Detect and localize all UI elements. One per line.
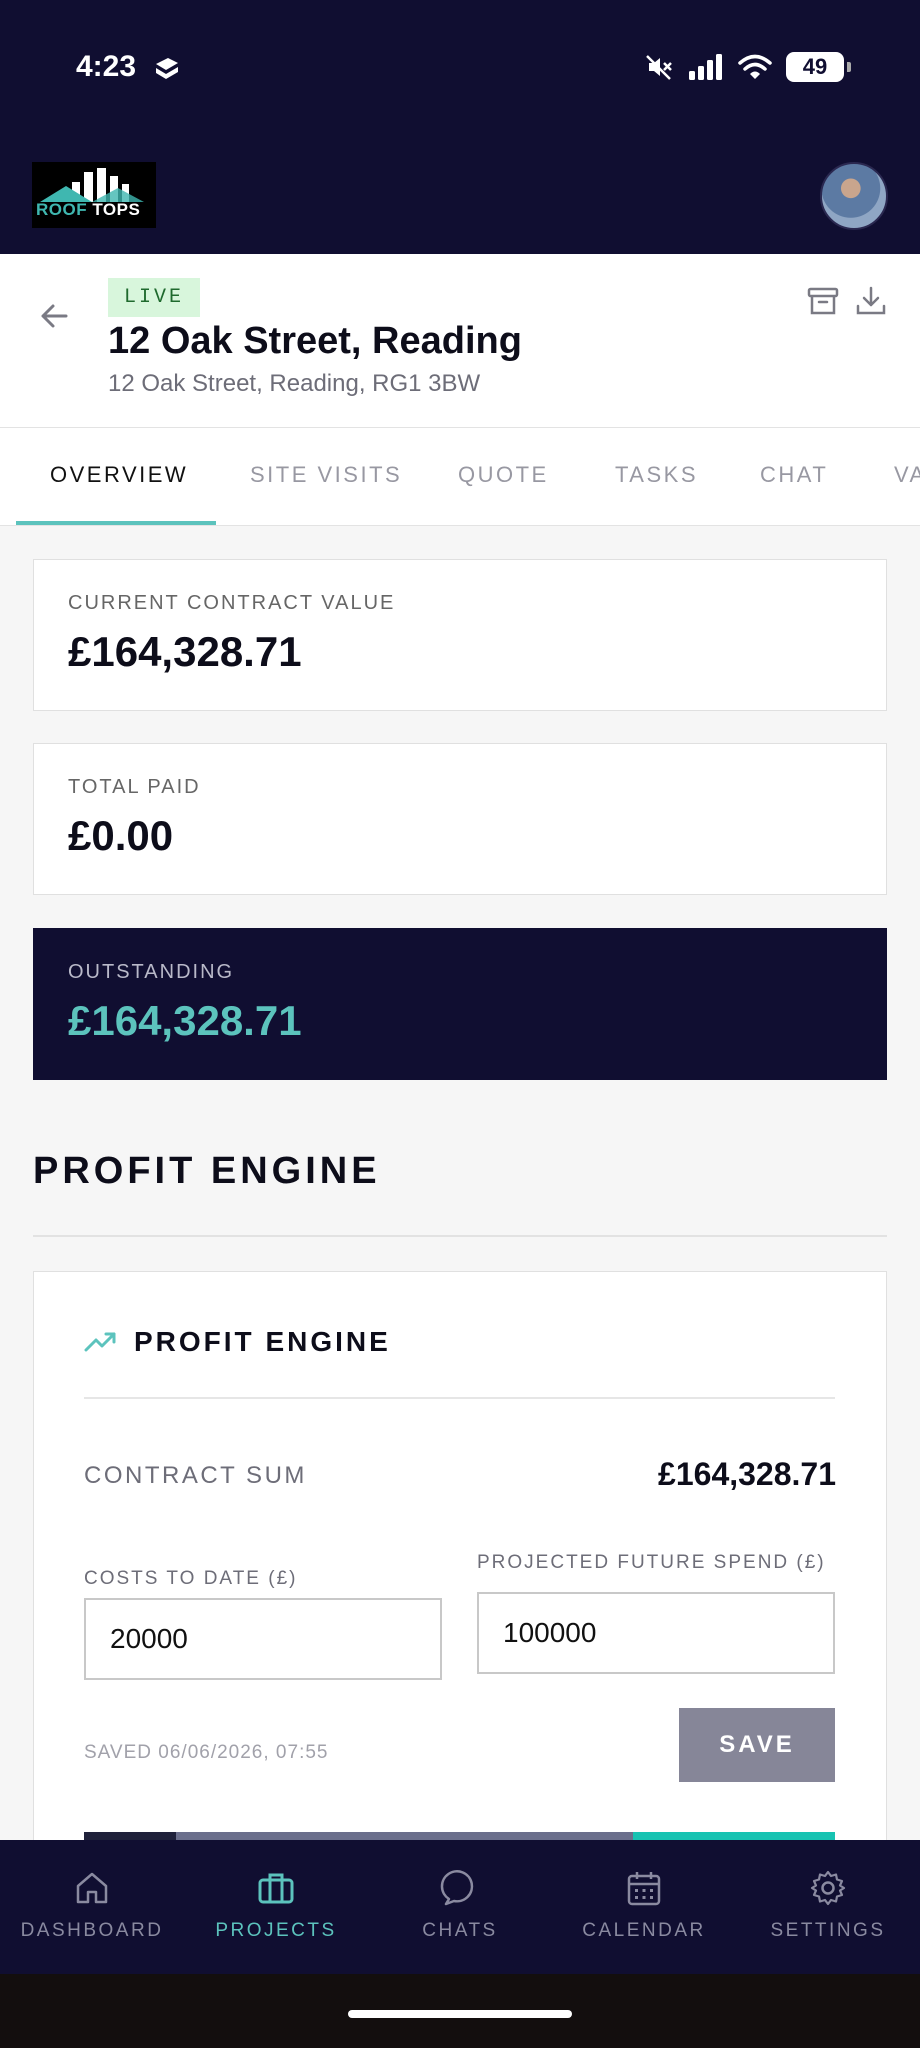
nav-projects[interactable]: PROJECTS <box>184 1840 368 1974</box>
nav-projects-label: PROJECTS <box>215 1920 337 1941</box>
contract-sum-label: CONTRACT SUM <box>84 1462 307 1489</box>
outstanding-amount: £164,328.71 <box>68 997 302 1044</box>
profit-engine-title: PROFIT ENGINE <box>134 1326 391 1357</box>
total-paid-card: TOTAL PAID £0.00 <box>33 743 887 895</box>
nav-dashboard[interactable]: DASHBOARD <box>0 1840 184 1974</box>
total-paid-amount: £0.00 <box>68 812 174 859</box>
nav-settings-label: SETTINGS <box>770 1920 886 1941</box>
contract-value-amount: £164,328.71 <box>68 628 302 675</box>
saved-timestamp: SAVED 06/06/2026, 07:55 <box>84 1742 329 1763</box>
costs-to-date-label: COSTS TO DATE (£) <box>84 1568 298 1589</box>
contract-sum-value: £164,328.71 <box>658 1456 836 1492</box>
tab-chat[interactable]: CHAT <box>760 462 828 488</box>
total-paid-label: TOTAL PAID <box>68 776 201 798</box>
trending-up-icon <box>84 1332 116 1352</box>
tab-tasks[interactable]: TASKS <box>615 462 698 488</box>
logo-text: ROOF TOPS <box>36 200 140 220</box>
briefcase-icon <box>258 1873 294 1904</box>
tab-overview[interactable]: OVERVIEW <box>50 462 188 488</box>
profit-engine-card: PROFIT ENGINE CONTRACT SUM £164,328.71 C… <box>33 1271 887 1851</box>
bottom-nav: DASHBOARD PROJECTS CHATS CALENDAR SETTIN… <box>0 1840 920 1974</box>
card-divider <box>84 1397 835 1399</box>
home-icon <box>76 1872 108 1904</box>
tab-va[interactable]: VA <box>894 462 920 488</box>
home-indicator-area <box>0 1974 920 2048</box>
section-title-profit-engine: PROFIT ENGINE <box>33 1150 381 1192</box>
logo-word-tops: TOPS <box>92 200 141 219</box>
nav-calendar-label: CALENDAR <box>582 1920 706 1941</box>
page-title: 12 Oak Street, Reading <box>108 320 522 362</box>
nav-dashboard-label: DASHBOARD <box>20 1920 164 1941</box>
costs-to-date-input[interactable] <box>84 1598 442 1680</box>
nav-chats[interactable]: CHATS <box>368 1840 552 1974</box>
app-notification-icon <box>156 58 178 79</box>
status-time: 4:23 <box>76 50 137 83</box>
back-arrow-icon[interactable] <box>36 298 72 334</box>
tab-quote[interactable]: QUOTE <box>458 462 549 488</box>
archive-icon[interactable] <box>806 284 840 318</box>
nav-calendar[interactable]: CALENDAR <box>552 1840 736 1974</box>
nav-settings[interactable]: SETTINGS <box>736 1840 920 1974</box>
save-button[interactable]: SAVE <box>679 1708 835 1782</box>
projected-future-spend-label: PROJECTED FUTURE SPEND (£) <box>477 1552 826 1573</box>
download-icon[interactable] <box>854 284 888 318</box>
logo-word-roof: ROOF <box>36 200 88 219</box>
app-logo[interactable]: ROOF TOPS <box>32 162 156 228</box>
avatar[interactable] <box>820 162 888 230</box>
status-badge: LIVE <box>108 278 201 317</box>
project-header: LIVE 12 Oak Street, Reading 12 Oak Stree… <box>0 254 920 428</box>
app-header: ROOF TOPS <box>0 140 920 254</box>
status-bar: 4:23 49 <box>0 0 920 140</box>
signal-icon <box>689 54 722 80</box>
muted-icon <box>646 55 672 80</box>
tab-bar: OVERVIEW SITE VISITS QUOTE TASKS CHAT VA <box>0 428 920 526</box>
projected-future-spend-input[interactable] <box>477 1592 835 1674</box>
nav-chats-label: CHATS <box>422 1920 498 1941</box>
outstanding-card: OUTSTANDING £164,328.71 <box>33 928 887 1080</box>
home-indicator[interactable] <box>348 2010 572 2018</box>
contract-value-card: CURRENT CONTRACT VALUE £164,328.71 <box>33 559 887 711</box>
tab-site-visits[interactable]: SITE VISITS <box>250 462 402 488</box>
battery-level: 49 <box>802 54 828 79</box>
outstanding-label: OUTSTANDING <box>68 961 235 983</box>
section-divider <box>33 1235 887 1237</box>
battery-icon: 49 <box>786 52 851 82</box>
logo-buildings-icon <box>40 168 144 202</box>
active-tab-indicator <box>16 521 216 525</box>
wifi-icon <box>738 54 772 79</box>
project-address: 12 Oak Street, Reading, RG1 3BW <box>108 370 481 397</box>
gear-icon <box>810 1870 846 1906</box>
contract-value-label: CURRENT CONTRACT VALUE <box>68 592 396 614</box>
chat-bubble-icon <box>440 1870 474 1906</box>
calendar-icon <box>627 1872 661 1906</box>
